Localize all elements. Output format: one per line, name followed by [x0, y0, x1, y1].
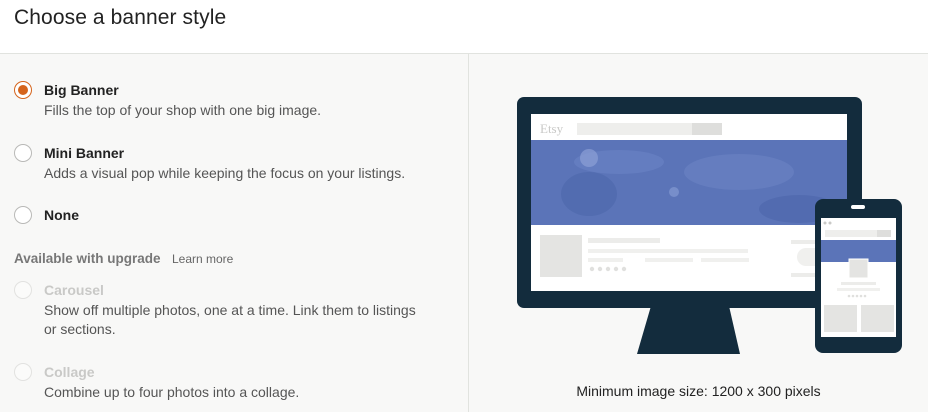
placeholder-line [588, 238, 660, 243]
banner-texture [580, 149, 598, 167]
learn-more-link[interactable]: Learn more [172, 252, 233, 266]
big-banner-radio[interactable] [14, 81, 32, 99]
option-description: Adds a visual pop while keeping the focu… [44, 165, 406, 181]
option-label: Collage [44, 364, 95, 380]
options-panel: Big Banner Fills the top of your shop wi… [0, 54, 469, 412]
dialog-header: Choose a banner style [0, 0, 928, 54]
banner-texture [684, 154, 794, 190]
option-label: None [44, 207, 79, 223]
preview-panel: Etsy Minimum image size: 1200 x 300 pixe… [469, 54, 928, 412]
phone-search-bar [825, 230, 877, 237]
upgrade-section-header: Available with upgrade Learn more [14, 250, 233, 268]
phone-listing-placeholder [861, 305, 894, 332]
dialog-title: Choose a banner style [14, 6, 227, 29]
phone-logo [823, 221, 827, 225]
placeholder-line [645, 258, 693, 262]
etsy-logo: Etsy [540, 121, 564, 136]
placeholder-line [588, 249, 748, 253]
carousel-radio [14, 281, 32, 299]
banner-preview-illustration: Etsy [517, 97, 902, 354]
placeholder-line [701, 258, 749, 262]
banner-texture [669, 187, 679, 197]
shop-avatar-placeholder [540, 235, 582, 277]
phone-search-button [877, 230, 891, 237]
placeholder-line [841, 282, 876, 285]
monitor-stand [637, 306, 740, 354]
phone-logo [828, 221, 832, 225]
option-description: Show off multiple photos, one at a time.… [44, 302, 416, 337]
mini-banner-radio[interactable] [14, 144, 32, 162]
collage-radio [14, 363, 32, 381]
option-description: Fills the top of your shop with one big … [44, 102, 322, 118]
search-button [692, 123, 722, 135]
upgrade-label: Available with upgrade [14, 251, 161, 266]
phone-listing-placeholder [824, 305, 857, 332]
phone-shop-avatar [848, 258, 869, 279]
option-label: Big Banner [44, 82, 119, 98]
placeholder-line [588, 258, 623, 262]
placeholder-line [837, 288, 880, 291]
phone-speaker [851, 205, 865, 209]
image-size-caption: Minimum image size: 1200 x 300 pixels [576, 383, 821, 399]
option-label: Carousel [44, 282, 104, 298]
search-bar [577, 123, 692, 135]
none-radio[interactable] [14, 206, 32, 224]
option-label: Mini Banner [44, 145, 125, 161]
option-description: Combine up to four photos into a collage… [44, 384, 300, 400]
banner-texture [561, 172, 617, 216]
